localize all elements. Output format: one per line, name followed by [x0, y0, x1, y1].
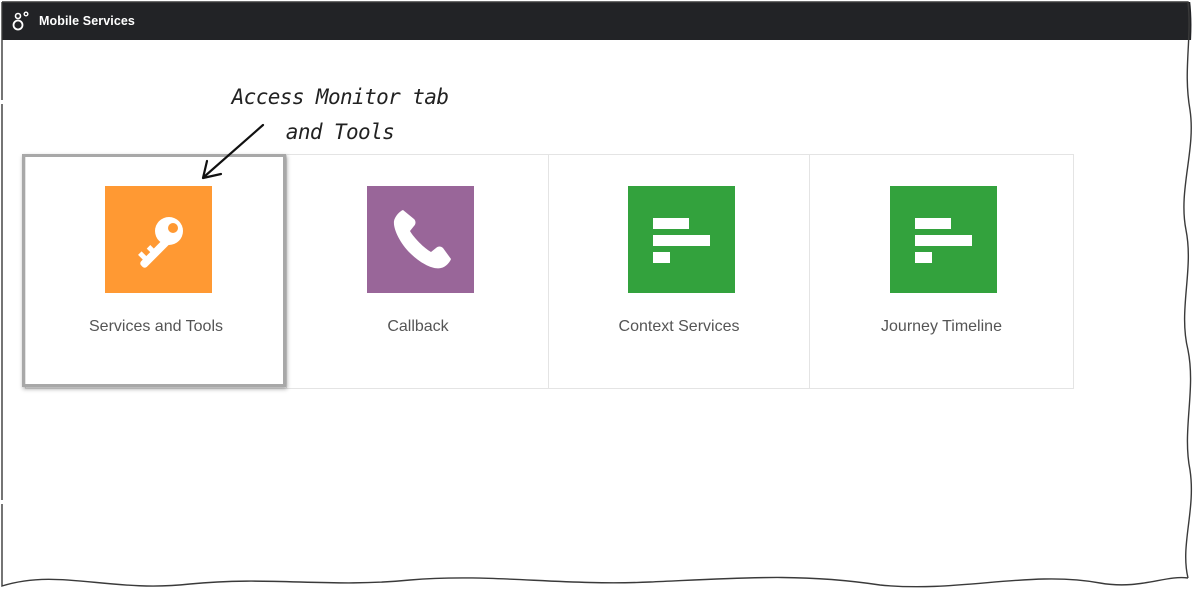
screenshot-frame: Mobile Services Services and Tools Callb… [0, 0, 1200, 599]
torn-edge-frame [0, 0, 1200, 599]
